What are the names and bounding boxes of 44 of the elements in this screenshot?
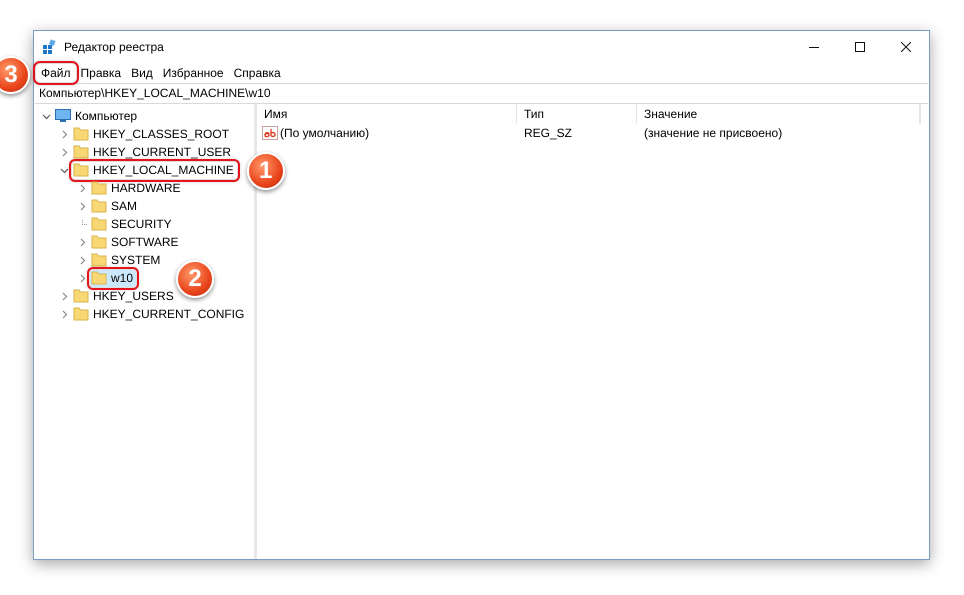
folder-icon: [91, 217, 107, 231]
tree-item[interactable]: SYSTEM: [90, 252, 164, 268]
window-title: Редактор реестра: [64, 40, 164, 54]
tree-item[interactable]: HKEY_CURRENT_USER: [72, 144, 234, 160]
table-cell-text: (значение не присвоено): [643, 126, 784, 140]
folder-icon: [73, 145, 89, 159]
table-cell-text: REG_SZ: [523, 126, 574, 140]
menu-item[interactable]: Файл: [36, 64, 76, 82]
tree-item[interactable]: w10: [90, 270, 136, 286]
folder-icon: [91, 235, 107, 249]
registry-cubes-icon: [42, 38, 58, 54]
column-header[interactable]: Значение: [637, 104, 920, 124]
tree-item[interactable]: SECURITY: [90, 216, 175, 232]
folder-icon: [91, 271, 107, 285]
table-cell: (По умолчанию): [280, 126, 370, 140]
tree-item[interactable]: HKEY_CURRENT_CONFIG: [72, 306, 248, 322]
menu-item[interactable]: Справка: [228, 64, 286, 82]
folder-icon: [73, 307, 89, 321]
tree-item[interactable]: SAM: [90, 198, 140, 214]
menu-item[interactable]: Избранное: [158, 64, 229, 82]
callout-badge: 3: [0, 56, 30, 94]
folder-icon: [73, 289, 89, 303]
column-header[interactable]: Тип: [517, 104, 637, 124]
folder-icon: [73, 127, 89, 141]
folder-icon: [73, 163, 89, 177]
tree-item[interactable]: HKEY_CLASSES_ROOT: [72, 126, 232, 142]
close-icon: [901, 42, 911, 52]
tree-item[interactable]: SOFTWARE: [90, 234, 182, 250]
folder-icon: [91, 253, 107, 267]
folder-icon: [91, 199, 107, 213]
tree-item[interactable]: Компьютер: [54, 108, 140, 124]
menu-item[interactable]: Вид: [126, 64, 158, 82]
string-value-icon: [262, 125, 278, 141]
maximize-icon: [855, 42, 865, 52]
callout-badge: 2: [176, 260, 214, 298]
computer-icon: [55, 109, 71, 123]
tree-item[interactable]: HKEY_USERS: [72, 288, 177, 304]
callout-badge: 1: [246, 152, 285, 190]
menu-item[interactable]: Правка: [76, 64, 126, 82]
column-header[interactable]: Имя: [257, 104, 517, 124]
tree-item[interactable]: HKEY_LOCAL_MACHINE: [72, 162, 237, 178]
address-field[interactable]: Компьютер\HKEY_LOCAL_MACHINE\w10: [35, 83, 928, 104]
folder-icon: [91, 181, 107, 195]
tree-item[interactable]: HARDWARE: [90, 180, 184, 196]
